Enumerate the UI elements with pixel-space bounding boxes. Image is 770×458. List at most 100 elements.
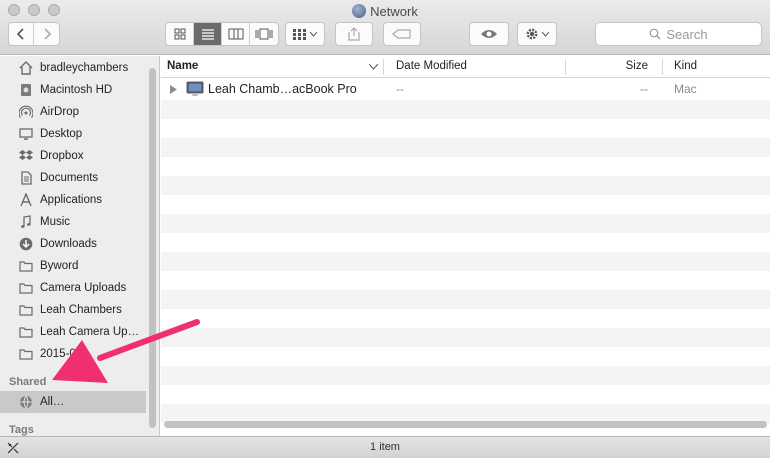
- arrange-button[interactable]: [285, 22, 325, 46]
- sidebar-item-downloads[interactable]: Downloads: [0, 233, 146, 255]
- sidebar-item-label: Leah Camera Up…: [40, 326, 140, 338]
- column-header-kind[interactable]: Kind: [668, 56, 697, 77]
- applications-icon: [18, 192, 34, 208]
- column-divider[interactable]: [383, 59, 384, 75]
- file-date-modified: --: [396, 82, 404, 96]
- sidebar-item-desktop[interactable]: Desktop: [0, 123, 146, 145]
- status-bar: 1 item: [0, 436, 770, 458]
- cover-flow-button[interactable]: [250, 23, 278, 45]
- empty-row: [161, 233, 770, 252]
- quick-look-button[interactable]: [469, 22, 509, 46]
- action-button[interactable]: [517, 22, 557, 46]
- sidebar-item-label: All…: [40, 396, 65, 408]
- sidebar-item-all-shared[interactable]: All…: [0, 391, 146, 413]
- tag-button[interactable]: [383, 22, 421, 46]
- file-list: Name Date Modified Size Kind Leah Chamb……: [161, 56, 770, 436]
- sidebar-item-leah-camera-uploads[interactable]: Leah Camera Up…: [0, 321, 146, 343]
- sidebar-heading-shared: Shared: [9, 376, 47, 388]
- empty-row: [161, 176, 770, 195]
- empty-row: [161, 119, 770, 138]
- sidebar-item-applications[interactable]: Applications: [0, 189, 146, 211]
- icon-view-icon: [174, 28, 185, 40]
- cover-flow-icon: [255, 28, 273, 40]
- back-button[interactable]: [9, 23, 35, 45]
- network-icon: [18, 394, 34, 410]
- column-header-date-modified[interactable]: Date Modified: [390, 56, 467, 77]
- dropbox-icon: [18, 148, 34, 164]
- column-view-icon: [228, 28, 243, 40]
- column-view-button[interactable]: [222, 23, 250, 45]
- sidebar-heading-tags: Tags: [9, 424, 34, 436]
- sidebar-item-byword[interactable]: Byword: [0, 255, 146, 277]
- sidebar-item-camera-uploads[interactable]: Camera Uploads: [0, 277, 146, 299]
- search-placeholder: Search: [666, 26, 708, 42]
- file-size: --: [640, 82, 648, 96]
- sidebar-item-music[interactable]: Music: [0, 211, 146, 233]
- sidebar-item-macintosh-hd[interactable]: Macintosh HD: [0, 79, 146, 101]
- empty-row: [161, 271, 770, 290]
- sidebar-item-label: Desktop: [40, 128, 83, 140]
- desktop-icon: [18, 126, 34, 142]
- sidebar-item-label: 2015-0: [40, 348, 76, 360]
- navigation-buttons: [8, 22, 60, 46]
- imac-icon: [186, 81, 204, 96]
- empty-row: [161, 100, 770, 119]
- folder-icon: [18, 258, 34, 274]
- horizontal-scrollbar[interactable]: [164, 421, 767, 428]
- sidebar-item-label: Downloads: [40, 238, 97, 250]
- sidebar-item-label: Applications: [40, 194, 103, 206]
- downloads-icon: [18, 236, 34, 252]
- sidebar-item-label: Music: [40, 216, 71, 228]
- column-divider[interactable]: [662, 59, 663, 75]
- path-bar-toggle-icon[interactable]: [7, 442, 19, 454]
- sort-chevron-icon: [369, 64, 378, 70]
- share-button[interactable]: [335, 22, 373, 46]
- empty-row: [161, 385, 770, 404]
- network-globe-icon: [352, 4, 367, 18]
- sidebar-item-airdrop[interactable]: AirDrop: [0, 101, 146, 123]
- sidebar-item-label: Documents: [40, 172, 99, 184]
- empty-row: [161, 138, 770, 157]
- sidebar-item-label: Dropbox: [40, 150, 84, 162]
- share-icon: [348, 27, 360, 41]
- search-field[interactable]: Search: [595, 22, 762, 46]
- column-header-row: Name Date Modified Size Kind: [161, 56, 770, 78]
- empty-row: [161, 290, 770, 309]
- music-icon: [18, 214, 34, 230]
- gear-icon: [526, 28, 538, 40]
- column-header-name[interactable]: Name: [161, 56, 383, 77]
- table-row[interactable]: Leah Chamb…acBook Pro -- -- Mac: [161, 78, 770, 100]
- empty-row: [161, 195, 770, 214]
- sidebar-item-label: AirDrop: [40, 106, 79, 118]
- sidebar-item-dropbox[interactable]: Dropbox: [0, 145, 146, 167]
- sidebar-item-home[interactable]: bradleychambers: [0, 57, 146, 79]
- list-view-button[interactable]: [194, 23, 222, 45]
- view-mode-switcher: [165, 22, 279, 46]
- search-icon: [649, 28, 661, 40]
- empty-row: [161, 328, 770, 347]
- sidebar-item-label: Byword: [40, 260, 79, 272]
- chevron-right-icon: [43, 28, 51, 40]
- item-count: 1 item: [370, 441, 400, 453]
- arrange-grid-icon: [293, 28, 306, 40]
- forward-button[interactable]: [34, 23, 59, 45]
- sidebar-item-documents[interactable]: Documents: [0, 167, 146, 189]
- sidebar-scrollbar[interactable]: [149, 68, 156, 428]
- disclosure-triangle-icon[interactable]: [170, 85, 177, 94]
- empty-row: [161, 252, 770, 271]
- empty-row: [161, 214, 770, 233]
- chevron-down-icon: [542, 31, 549, 37]
- sidebar-item-leah-chambers[interactable]: Leah Chambers: [0, 299, 146, 321]
- sidebar-item-label: Macintosh HD: [40, 84, 113, 96]
- file-name: Leah Chamb…acBook Pro: [208, 82, 357, 96]
- sidebar-item-label: bradleychambers: [40, 62, 129, 74]
- column-header-size[interactable]: Size: [566, 56, 654, 77]
- icon-view-button[interactable]: [166, 23, 194, 45]
- folder-icon: [18, 302, 34, 318]
- sidebar-item-2015[interactable]: 2015-0: [0, 343, 146, 365]
- toolbar: Network Search: [0, 0, 770, 55]
- empty-row: [161, 309, 770, 328]
- sidebar-item-label: Leah Chambers: [40, 304, 122, 316]
- empty-row: [161, 347, 770, 366]
- list-view-icon: [201, 29, 214, 40]
